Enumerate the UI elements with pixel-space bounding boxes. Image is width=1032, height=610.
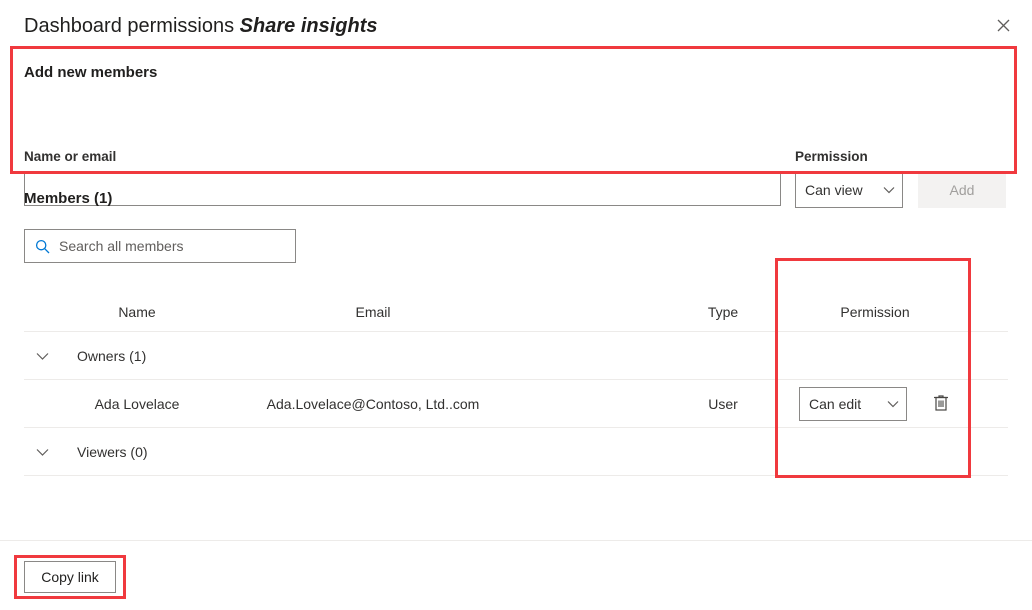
close-icon (997, 19, 1010, 35)
new-member-permission-value: Can view (805, 182, 863, 198)
group-row-viewers[interactable]: Viewers (0) (0, 428, 1032, 476)
search-icon (25, 239, 59, 254)
member-permission-value: Can edit (809, 396, 862, 412)
search-input[interactable] (59, 238, 295, 254)
search-members-box[interactable] (24, 229, 296, 263)
chevron-down-icon[interactable] (36, 428, 49, 476)
member-permission-select[interactable]: Can edit (799, 387, 907, 421)
page-title-main: Dashboard permissions (24, 15, 235, 37)
chevron-down-icon (876, 186, 902, 194)
footer-divider (0, 540, 1032, 541)
copy-link-button[interactable]: Copy link (24, 561, 116, 593)
new-member-permission-select[interactable]: Can view (795, 172, 903, 208)
name-or-email-label: Name or email (24, 149, 117, 164)
chevron-down-icon (880, 400, 906, 408)
group-row-owners[interactable]: Owners (1) (0, 332, 1032, 380)
group-label-owners: Owners (1) (77, 348, 147, 364)
add-new-members-section: Add new members Name or email Permission… (0, 46, 1032, 208)
page-title-item: Share insights (239, 15, 378, 37)
trash-icon (933, 394, 949, 415)
page-title: Dashboard permissions Share insights (24, 12, 377, 40)
add-member-button[interactable]: Add (918, 172, 1006, 208)
member-type: User (708, 396, 738, 412)
close-dialog-button[interactable] (988, 12, 1018, 42)
members-heading: Members (1) (24, 190, 113, 207)
share-permissions-dialog: Dashboard permissions Share insights Add… (0, 0, 1032, 610)
column-header-name: Name (118, 304, 156, 320)
member-email: Ada.Lovelace@Contoso, Ltd..com (266, 396, 480, 412)
divider (24, 475, 1008, 476)
add-new-members-title: Add new members (24, 64, 158, 81)
permission-label: Permission (795, 149, 868, 164)
table-row[interactable]: Ada Lovelace Ada.Lovelace@Contoso, Ltd..… (0, 380, 1032, 428)
remove-member-button[interactable] (925, 388, 957, 420)
group-label-viewers: Viewers (0) (77, 444, 148, 460)
column-header-permission: Permission (840, 304, 910, 320)
name-or-email-input[interactable] (24, 172, 781, 206)
table-header-row: Name Email Type Permission (0, 292, 1032, 332)
members-table: Name Email Type Permission Owners (1) Ad… (0, 292, 1032, 476)
member-name: Ada Lovelace (94, 396, 180, 412)
column-header-type: Type (707, 304, 739, 320)
chevron-down-icon[interactable] (36, 332, 49, 380)
column-header-email: Email (355, 304, 391, 320)
